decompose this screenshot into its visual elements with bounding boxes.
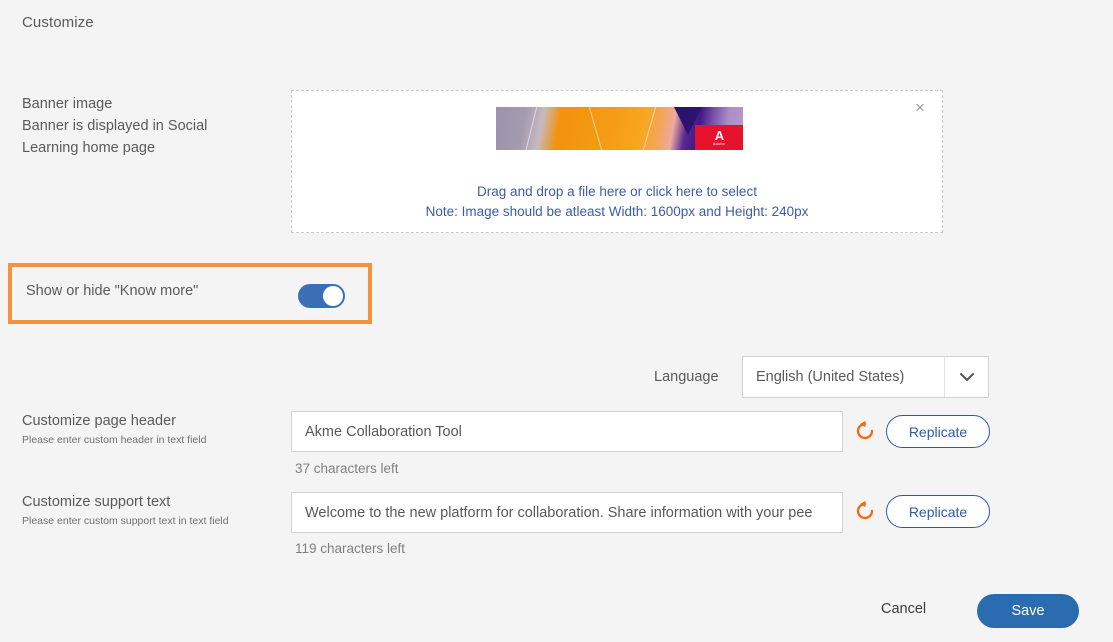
banner-label-title: Banner image bbox=[22, 96, 113, 112]
page-header-input[interactable]: Akme Collaboration Tool bbox=[291, 411, 843, 452]
chevron-down-icon[interactable] bbox=[944, 357, 988, 397]
page-title: Customize bbox=[22, 14, 94, 31]
adobe-logo-badge: A Adobe bbox=[695, 125, 743, 150]
know-more-label: Show or hide "Know more" bbox=[26, 283, 199, 299]
know-more-toggle[interactable] bbox=[298, 284, 345, 308]
thumbnail-streak bbox=[521, 107, 540, 150]
banner-dropzone-hint[interactable]: Drag and drop a file here or click here … bbox=[292, 184, 942, 199]
support-text-label-title: Customize support text bbox=[22, 494, 171, 510]
replicate-support-text-button[interactable]: Replicate bbox=[886, 495, 990, 528]
page-header-label-title: Customize page header bbox=[22, 413, 176, 429]
support-text-label-subtitle: Please enter custom support text in text… bbox=[22, 515, 229, 527]
support-text-input[interactable]: Welcome to the new platform for collabor… bbox=[291, 492, 843, 533]
banner-label-desc-line2: Learning home page bbox=[22, 140, 156, 156]
save-button[interactable]: Save bbox=[977, 594, 1079, 628]
page-header-chars-left: 37 characters left bbox=[295, 461, 399, 476]
language-select[interactable]: English (United States) bbox=[742, 356, 989, 398]
banner-dropzone[interactable]: A Adobe × Drag and drop a file here or c… bbox=[291, 90, 943, 233]
language-selected-value: English (United States) bbox=[756, 369, 905, 385]
adobe-a-icon: A bbox=[714, 127, 724, 143]
page-header-label-block: Customize page header Please enter custo… bbox=[22, 412, 287, 448]
thumbnail-streak bbox=[586, 107, 607, 150]
page-header-label-subtitle: Please enter custom header in text field bbox=[22, 434, 207, 446]
support-text-chars-left: 119 characters left bbox=[295, 541, 406, 556]
reset-icon[interactable] bbox=[854, 500, 876, 522]
banner-dimension-note: Note: Image should be atleast Width: 160… bbox=[425, 204, 809, 219]
reset-icon[interactable] bbox=[854, 420, 876, 442]
support-text-label-block: Customize support text Please enter cust… bbox=[22, 493, 287, 529]
language-label: Language bbox=[654, 369, 719, 385]
know-more-highlight-box: Show or hide "Know more" bbox=[8, 263, 372, 324]
close-icon[interactable]: × bbox=[909, 97, 931, 119]
replicate-page-header-button[interactable]: Replicate bbox=[886, 415, 990, 448]
thumbnail-streak bbox=[638, 107, 659, 150]
banner-label-desc-line1: Banner is displayed in Social bbox=[22, 118, 208, 134]
banner-label-block: Banner image Banner is displayed in Soci… bbox=[22, 93, 272, 159]
toggle-knob bbox=[323, 286, 343, 306]
adobe-wordmark: Adobe bbox=[712, 140, 726, 146]
cancel-button[interactable]: Cancel bbox=[881, 601, 926, 617]
banner-thumbnail-preview: A Adobe bbox=[496, 107, 743, 150]
